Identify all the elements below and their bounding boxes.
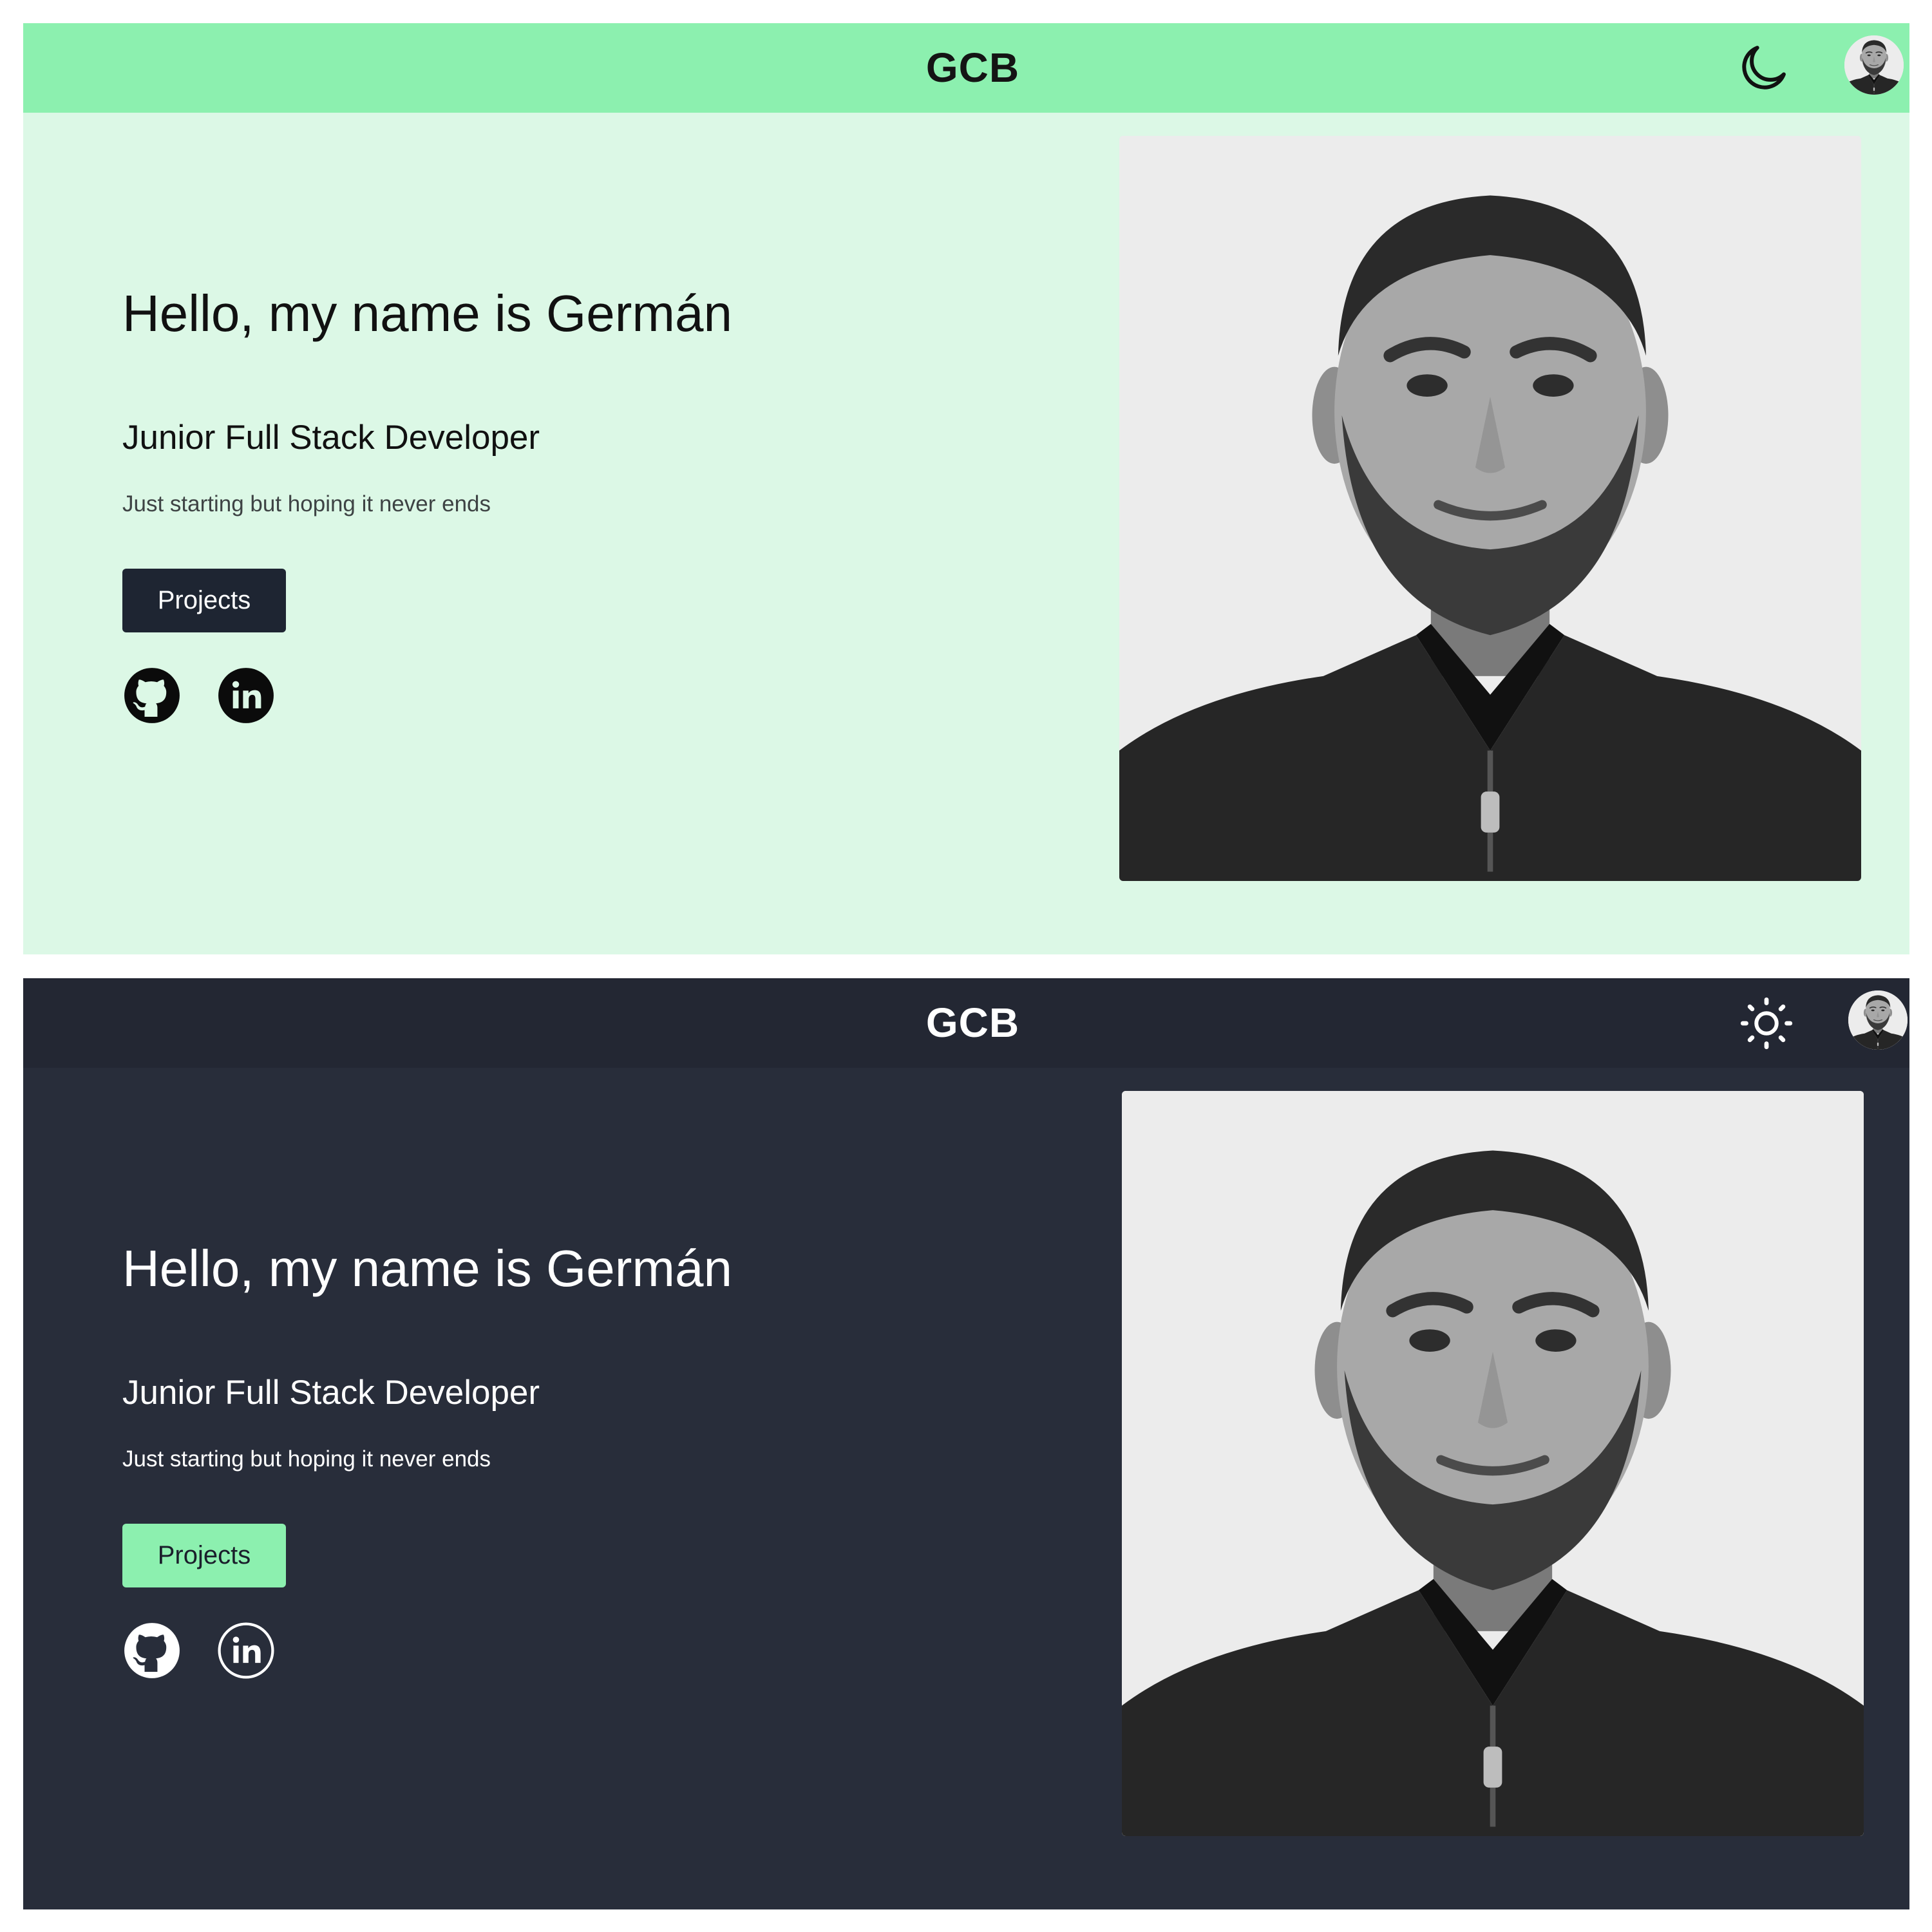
role-title: Junior Full Stack Developer — [122, 1374, 540, 1412]
greeting-heading: Hello, my name is Germán — [122, 285, 732, 342]
brand-logo[interactable]: GCB — [30, 23, 1909, 113]
projects-button[interactable]: Projects — [122, 569, 286, 632]
portrait-photo — [1119, 136, 1861, 881]
projects-button[interactable]: Projects — [122, 1524, 286, 1587]
navbar: GCB — [23, 23, 1909, 113]
github-icon[interactable] — [122, 666, 182, 725]
sun-icon[interactable] — [1738, 994, 1795, 1052]
brand-logo[interactable]: GCB — [30, 978, 1909, 1068]
tagline: Just starting but hoping it never ends — [122, 1446, 491, 1472]
linkedin-icon[interactable] — [216, 1621, 276, 1680]
tagline: Just starting but hoping it never ends — [122, 491, 491, 516]
navbar: GCB — [23, 978, 1909, 1068]
avatar[interactable] — [1848, 990, 1908, 1050]
moon-icon[interactable] — [1734, 39, 1792, 97]
portfolio-dark-theme-view: GCB Hello, my name is Germán Junior Full… — [23, 978, 1909, 1909]
portrait-photo — [1122, 1091, 1864, 1836]
github-icon[interactable] — [122, 1621, 182, 1680]
avatar[interactable] — [1844, 35, 1904, 95]
portfolio-light-theme-view: GCB Hello, my name is Germán Junior Full… — [23, 23, 1909, 954]
linkedin-icon[interactable] — [216, 666, 276, 725]
greeting-heading: Hello, my name is Germán — [122, 1240, 732, 1297]
role-title: Junior Full Stack Developer — [122, 419, 540, 457]
